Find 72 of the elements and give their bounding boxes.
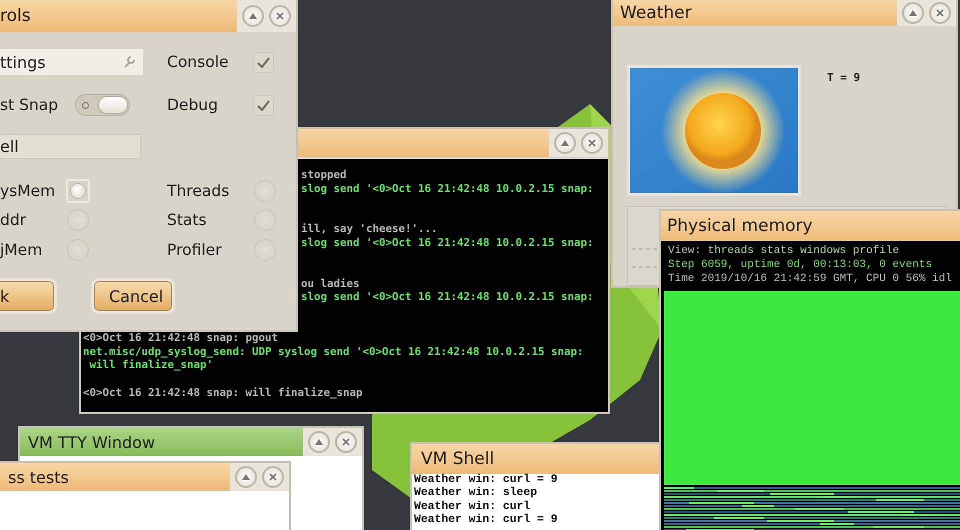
caret-up-icon [315, 439, 323, 445]
option-label: Profiler [167, 241, 223, 259]
terminal-line: slog send '<0>Oct 16 21:42:48 10.0.2.15 snap: [301, 290, 594, 304]
terminal-line: ill, say 'cheese!'... [301, 222, 438, 236]
window-title: VM Shell [421, 449, 494, 469]
text-field[interactable]: ttings [0, 49, 143, 75]
view-option[interactable]: windows [800, 245, 846, 257]
shell-line: Weather win: curl = 9 [414, 514, 558, 526]
terminal-line: slog send '<0>Oct 16 21:42:48 10.0.2.15 snap: [301, 182, 594, 195]
option-label: st Snap [0, 96, 60, 114]
window-title: Physical memory [667, 216, 813, 236]
caret-up-icon [561, 140, 569, 146]
caret-up-icon [242, 474, 250, 480]
window-title: VM TTY Window [28, 432, 156, 452]
option-label: Stats [167, 211, 208, 229]
checkbox[interactable] [253, 94, 274, 116]
status-line: Step 6059, uptime 0d, 00:13:03, 0 events [668, 259, 932, 271]
collapse-button[interactable] [308, 431, 330, 453]
collapse-button[interactable] [554, 132, 576, 154]
close-button[interactable] [929, 2, 951, 24]
shell-line: Weather win: curl [414, 500, 530, 513]
radio-button[interactable] [254, 180, 276, 202]
radio-button[interactable] [67, 239, 89, 261]
terminal-line: <0>Oct 16 21:42:48 snap: will finalize_snap [83, 386, 363, 398]
status-line: Time 2019/10/16 21:42:59 GMT, CPU 0 56% idl [668, 273, 952, 285]
shell-line: Weather win: sleep [414, 487, 538, 500]
close-button[interactable] [581, 132, 603, 154]
view-label: View: [668, 245, 702, 257]
terminal-line: slog send '<0>Oct 16 21:42:48 10.0.2.15 snap: [301, 236, 594, 249]
close-button[interactable] [269, 5, 291, 27]
close-icon [936, 9, 944, 17]
shell-line: Weather win: curl = 9 [414, 474, 558, 486]
terminal-line: <0>Oct 16 21:42:48 snap: pgout [83, 331, 278, 344]
option-label: jMem [0, 241, 44, 259]
toggle-switch[interactable] [75, 94, 130, 116]
checkmark-icon [257, 100, 270, 110]
radio-button[interactable] [254, 209, 276, 231]
wrench-icon [123, 56, 135, 68]
option-label: Threads [167, 182, 230, 200]
window-title: ss tests [8, 468, 69, 486]
view-option[interactable]: stats [760, 245, 794, 257]
view-option[interactable]: profile [852, 245, 900, 257]
terminal-line: ou ladies [301, 276, 360, 290]
view-option[interactable]: threads [708, 245, 754, 257]
option-label: ddr [0, 211, 28, 229]
close-button[interactable] [335, 431, 357, 453]
close-button[interactable] [262, 466, 284, 488]
collapse-button[interactable] [902, 2, 924, 24]
checkbox[interactable] [253, 52, 274, 72]
option-label: Debug [167, 96, 219, 114]
caret-up-icon [909, 10, 917, 16]
option-label: ysMem [0, 182, 56, 200]
cancel-button[interactable]: Cancel [94, 281, 172, 311]
terminal-line: will finalize_snap' [88, 358, 214, 372]
temperature-reading: T = 9 [827, 71, 860, 84]
text-field[interactable]: ell [0, 134, 141, 159]
radio-button[interactable] [67, 209, 89, 231]
terminal-line: stopped [301, 168, 347, 181]
close-icon [269, 473, 277, 481]
window-title: rols [0, 6, 31, 26]
close-icon [276, 12, 284, 20]
collapse-button[interactable] [235, 466, 257, 488]
terminal-line: net.misc/udp_syslog_send: UDP syslog send '<0>Oct 16 21:42:48 10.0.2.15 snap: [83, 344, 584, 358]
checkmark-icon [257, 56, 270, 68]
ok-button[interactable]: k [0, 281, 54, 311]
close-icon [342, 438, 350, 446]
close-icon [588, 139, 596, 147]
collapse-button[interactable] [242, 5, 264, 27]
radio-button[interactable] [254, 239, 276, 261]
option-label: Console [167, 53, 230, 71]
caret-up-icon [249, 13, 257, 19]
window-title: Weather [620, 3, 692, 23]
